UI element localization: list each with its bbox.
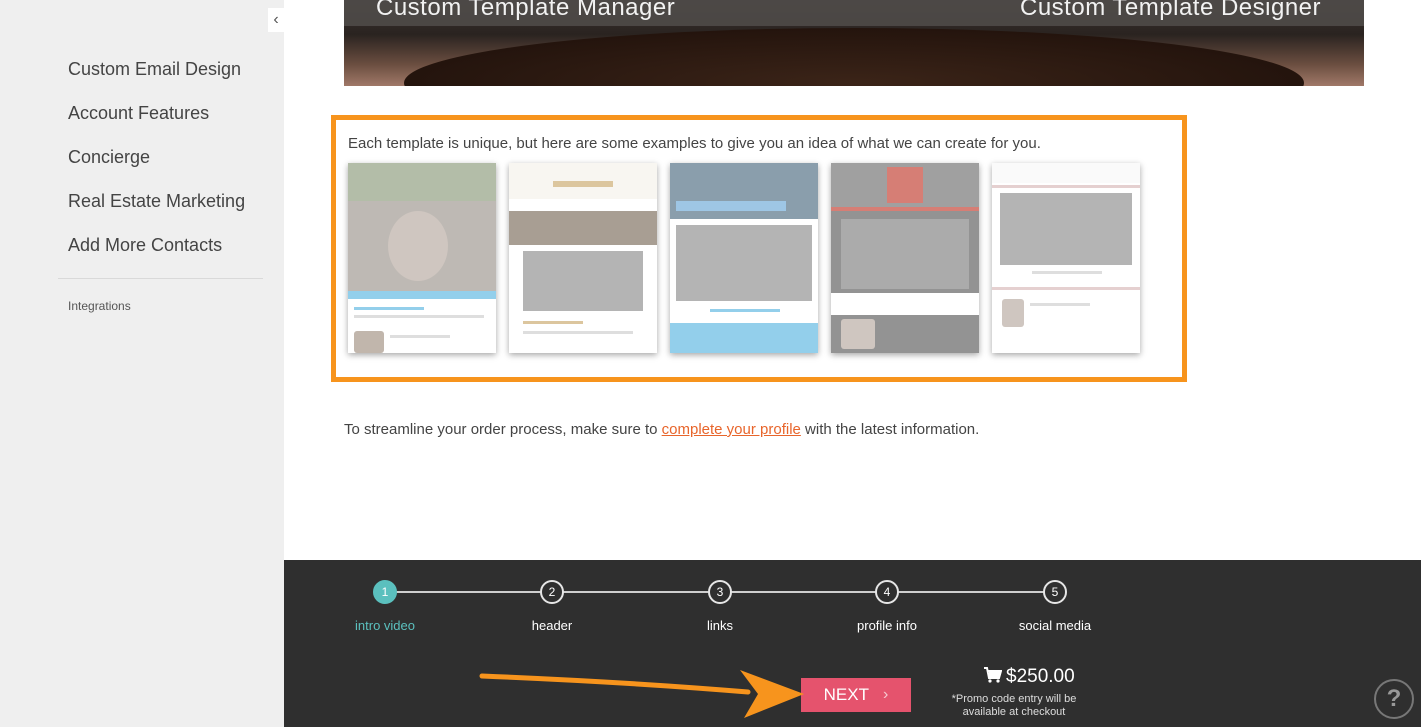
help-icon[interactable]: ?: [1374, 679, 1414, 719]
video-scene: [404, 28, 1304, 86]
main-content: Custom Template Manager Custom Template …: [284, 0, 1421, 560]
chevron-left-icon[interactable]: ‹: [268, 8, 284, 32]
template-thumbnail[interactable]: [348, 163, 496, 353]
promo-note: *Promo code entry will be available at c…: [951, 693, 1077, 718]
price-value: $250.00: [1006, 666, 1075, 687]
step-3-links[interactable]: 3: [708, 580, 732, 604]
template-thumbnail[interactable]: [831, 163, 979, 353]
sidebar-item-custom-email-design[interactable]: Custom Email Design: [68, 56, 245, 100]
step-1-intro-video[interactable]: 1: [373, 580, 397, 604]
video-caption-left: Custom Template Manager: [376, 0, 676, 21]
complete-profile-link[interactable]: complete your profile: [662, 421, 801, 438]
sidebar-item-real-estate-marketing[interactable]: Real Estate Marketing: [68, 188, 245, 232]
sidebar-item-add-more-contacts[interactable]: Add More Contacts: [68, 232, 245, 276]
cart-icon: [984, 667, 1003, 683]
profile-note-after: with the latest information.: [800, 421, 980, 438]
step-label-profile-info[interactable]: profile info: [857, 618, 917, 633]
profile-note: To streamline your order process, make s…: [344, 421, 979, 438]
intro-video[interactable]: Custom Template Manager Custom Template …: [344, 0, 1364, 86]
step-label-header[interactable]: header: [532, 618, 572, 633]
next-button[interactable]: NEXT ›: [801, 678, 911, 712]
step-2-header[interactable]: 2: [540, 580, 564, 604]
template-thumbnail[interactable]: [509, 163, 657, 353]
template-thumbnail[interactable]: [670, 163, 818, 353]
video-caption-right: Custom Template Designer: [1020, 0, 1322, 21]
profile-note-before: To streamline your order process, make s…: [344, 421, 662, 438]
template-thumbnail[interactable]: [992, 163, 1140, 353]
step-label-links[interactable]: links: [707, 618, 733, 633]
sidebar: ‹ Custom Email Design Account Features C…: [0, 0, 284, 727]
sidebar-nav: Custom Email Design Account Features Con…: [68, 56, 245, 276]
template-examples: Each template is unique, but here are so…: [331, 115, 1187, 382]
sidebar-item-integrations[interactable]: Integrations: [68, 299, 131, 313]
chevron-right-icon: ›: [883, 686, 889, 703]
sidebar-item-account-features[interactable]: Account Features: [68, 100, 245, 144]
sidebar-divider: [58, 278, 263, 279]
step-4-profile-info[interactable]: 4: [875, 580, 899, 604]
price-display: $250.00: [984, 666, 1075, 688]
wizard-footer: 1 2 3 4 5 intro video header links profi…: [284, 560, 1421, 727]
next-button-label: NEXT: [823, 685, 869, 704]
step-label-social-media[interactable]: social media: [1019, 618, 1091, 633]
examples-intro: Each template is unique, but here are so…: [348, 135, 1041, 152]
step-5-social-media[interactable]: 5: [1043, 580, 1067, 604]
sidebar-item-concierge[interactable]: Concierge: [68, 144, 245, 188]
step-label-intro-video[interactable]: intro video: [355, 618, 415, 633]
